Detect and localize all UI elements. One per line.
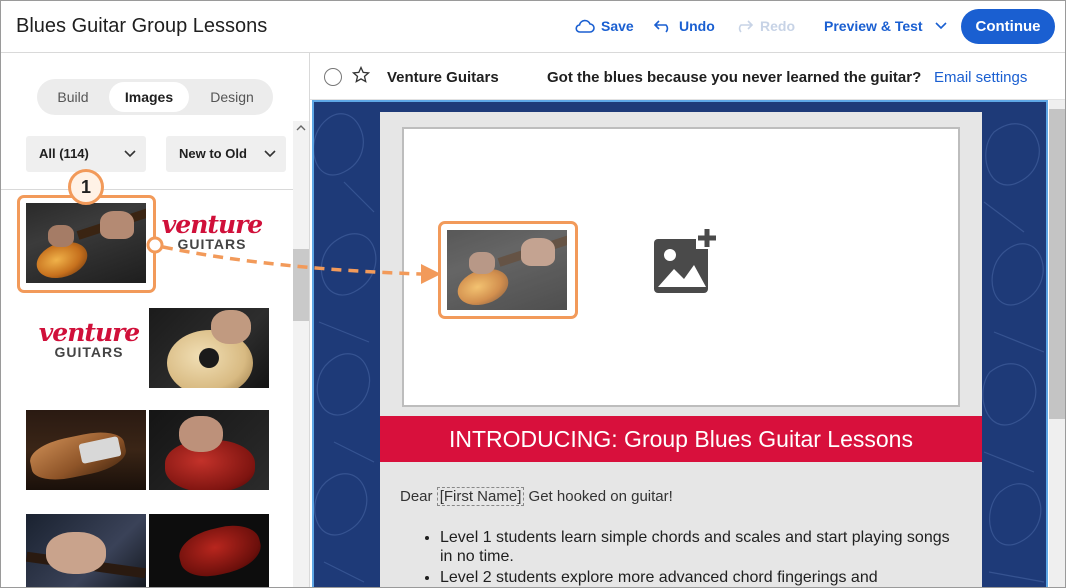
list-item: Level 2 students explore more advanced c… bbox=[440, 568, 960, 587]
sidebar-scroll-thumb[interactable] bbox=[293, 249, 309, 321]
redo-icon bbox=[734, 19, 754, 33]
canvas-scroll-thumb[interactable] bbox=[1049, 109, 1065, 419]
logo-text: venture bbox=[38, 318, 140, 347]
email-canvas: INTRODUCING: Group Blues Guitar Lessons … bbox=[312, 100, 1048, 587]
undo-label: Undo bbox=[679, 18, 715, 34]
top-bar: Blues Guitar Group Lessons Save Undo Red… bbox=[1, 1, 1065, 53]
sort-value: New to Old bbox=[179, 146, 247, 161]
save-label: Save bbox=[601, 18, 634, 34]
from-name[interactable]: Venture Guitars bbox=[387, 69, 499, 86]
image-thumb-red-guitar[interactable] bbox=[149, 410, 269, 490]
divider bbox=[1, 189, 309, 190]
undo-icon bbox=[653, 19, 673, 33]
chevron-down-icon bbox=[264, 136, 276, 186]
tab-design[interactable]: Design bbox=[197, 82, 267, 112]
tab-images[interactable]: Images bbox=[109, 82, 189, 112]
sidebar-scrollbar[interactable] bbox=[293, 121, 309, 587]
subject-line[interactable]: Got the blues because you never learned … bbox=[547, 69, 927, 86]
logo-subtext: GUITARS bbox=[177, 236, 247, 252]
filter-select[interactable]: All (114) bbox=[26, 136, 146, 172]
tab-build[interactable]: Build bbox=[43, 82, 103, 112]
status-circle-icon[interactable] bbox=[324, 68, 342, 86]
image-thumb-venture-logo[interactable]: venture GUITARS bbox=[159, 210, 265, 252]
redo-button[interactable]: Redo bbox=[734, 18, 795, 34]
preview-test-button[interactable]: Preview & Test bbox=[824, 18, 947, 34]
image-thumb-guitar-hand[interactable] bbox=[26, 514, 146, 587]
sort-select[interactable]: New to Old bbox=[166, 136, 286, 172]
greeting-text[interactable]: Dear [First Name] Get hooked on guitar! bbox=[400, 487, 673, 506]
greeting-suffix: Get hooked on guitar! bbox=[524, 488, 673, 505]
scroll-up-icon[interactable] bbox=[296, 123, 306, 133]
chevron-down-icon bbox=[934, 22, 947, 30]
undo-button[interactable]: Undo bbox=[653, 18, 715, 34]
image-thumb-acoustic-guitar[interactable] bbox=[149, 308, 269, 388]
image-thumb-red-guitar-dark[interactable] bbox=[149, 514, 269, 587]
email-info-bar: Venture Guitars Got the blues because yo… bbox=[310, 53, 1065, 100]
sidebar-tabs: Build Images Design bbox=[37, 79, 273, 115]
continue-button[interactable]: Continue bbox=[961, 9, 1055, 44]
image-thumb-venture-logo[interactable]: venture GUITARS bbox=[36, 318, 142, 360]
feature-list[interactable]: Level 1 students learn simple chords and… bbox=[440, 528, 960, 587]
sidebar: Build Images Design All (114) New to Old… bbox=[1, 53, 310, 587]
drop-target-callout bbox=[438, 221, 578, 319]
merge-field-first-name[interactable]: [First Name] bbox=[436, 487, 525, 506]
image-block[interactable] bbox=[402, 127, 960, 407]
editor-window: Blues Guitar Group Lessons Save Undo Red… bbox=[0, 0, 1066, 588]
filter-value: All (114) bbox=[39, 146, 89, 161]
greeting-prefix: Dear bbox=[400, 488, 437, 505]
image-thumb-guitar-body[interactable] bbox=[26, 410, 146, 490]
email-settings-link[interactable]: Email settings bbox=[934, 69, 1027, 86]
logo-text: venture bbox=[161, 210, 263, 239]
headline-banner[interactable]: INTRODUCING: Group Blues Guitar Lessons bbox=[380, 416, 982, 462]
redo-label: Redo bbox=[760, 18, 795, 34]
logo-subtext: GUITARS bbox=[54, 344, 124, 360]
campaign-title[interactable]: Blues Guitar Group Lessons bbox=[16, 15, 267, 38]
preview-label: Preview & Test bbox=[824, 18, 923, 34]
add-image-icon[interactable] bbox=[652, 227, 720, 300]
chevron-down-icon bbox=[124, 136, 136, 186]
cloud-save-icon bbox=[575, 19, 595, 33]
step-badge: 1 bbox=[68, 169, 104, 205]
email-body: INTRODUCING: Group Blues Guitar Lessons … bbox=[380, 112, 982, 587]
star-icon[interactable] bbox=[351, 65, 371, 89]
save-button[interactable]: Save bbox=[575, 18, 634, 34]
list-item: Level 1 students learn simple chords and… bbox=[440, 528, 960, 566]
selected-image-callout bbox=[17, 195, 156, 293]
